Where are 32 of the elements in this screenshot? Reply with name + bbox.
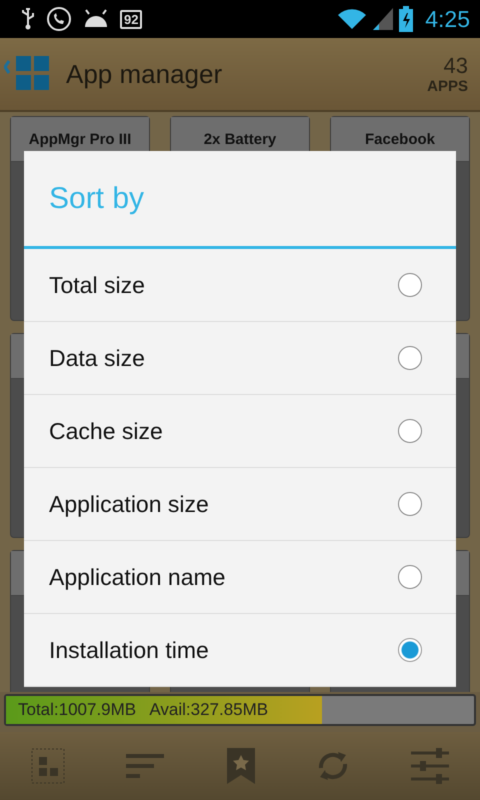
signal-icon	[373, 8, 394, 30]
phone-icon	[46, 6, 72, 32]
radio-button[interactable]	[398, 638, 422, 662]
radio-button[interactable]	[398, 273, 422, 297]
sort-option[interactable]: Data size	[24, 322, 456, 395]
dialog-title: Sort by	[24, 151, 456, 249]
sort-option[interactable]: Installation time	[24, 614, 456, 687]
app-name: AppMgr Pro III	[28, 130, 132, 148]
app-title: App manager	[66, 58, 224, 90]
radio-button[interactable]	[398, 346, 422, 370]
bookmark-star-icon[interactable]	[226, 748, 255, 784]
sort-icon[interactable]	[126, 752, 166, 780]
clock: 4:25	[425, 6, 470, 32]
app-count: 43	[444, 54, 468, 78]
sort-option[interactable]: Total size	[24, 249, 456, 322]
radio-button[interactable]	[398, 492, 422, 516]
sort-option[interactable]: Application name	[24, 541, 456, 614]
wifi-icon	[337, 8, 368, 30]
sort-option[interactable]: Application size	[24, 468, 456, 541]
storage-text: Total:1007.9MB Avail:327.85MB	[17, 700, 268, 720]
notification-badge: 92	[120, 10, 142, 28]
battery-icon	[399, 6, 414, 32]
radio-button[interactable]	[398, 419, 422, 443]
radio-button[interactable]	[398, 565, 422, 589]
android-icon	[82, 9, 110, 29]
app-name: 2x Battery	[204, 130, 276, 148]
layout-icon[interactable]	[30, 748, 65, 784]
sort-option[interactable]: Cache size	[24, 395, 456, 468]
settings-sliders-icon[interactable]	[411, 748, 450, 784]
usb-icon	[20, 7, 36, 31]
app-count-label: APPS	[427, 78, 468, 94]
app-name: Facebook	[364, 130, 436, 148]
